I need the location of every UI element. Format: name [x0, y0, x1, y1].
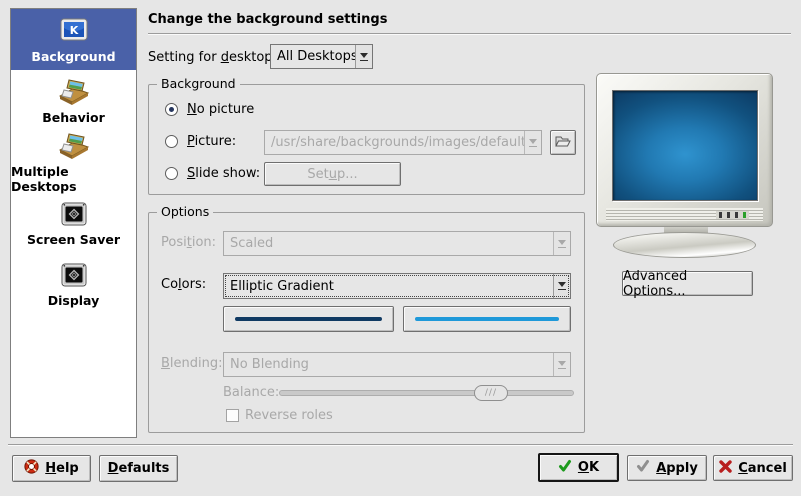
options-group-title: Options — [157, 204, 213, 219]
background-preview-monitor — [596, 73, 773, 227]
page-title: Change the background settings — [148, 12, 387, 27]
advanced-options-button[interactable]: Advanced Options... — [622, 271, 753, 296]
module-list: K Background Behavior — [10, 8, 137, 438]
balance-label: Balance: — [223, 385, 279, 400]
background-settings-dialog: K Background Behavior — [0, 0, 801, 496]
desktop-setting-value: All Desktops — [271, 45, 355, 68]
sidebar-item-label: Multiple Desktops — [11, 164, 136, 194]
background-group-title: Background — [157, 76, 240, 91]
preview-screen — [612, 90, 758, 201]
color2-button[interactable] — [403, 306, 571, 332]
help-button-label: Help — [45, 461, 78, 476]
blending-value: No Blending — [224, 353, 553, 376]
picture-path-combobox: /usr/share/backgrounds/images/default.pn… — [264, 130, 542, 155]
setup-button-label: Setup... — [307, 167, 357, 182]
reverse-roles-checkbox — [226, 409, 239, 422]
position-combobox: Scaled — [223, 231, 571, 256]
title-separator — [148, 33, 791, 35]
picture-radio[interactable] — [165, 135, 178, 148]
advanced-options-label: Advanced Options... — [623, 269, 752, 299]
chevron-down-icon — [553, 353, 570, 376]
picture-label[interactable]: Picture: — [187, 134, 236, 149]
cancel-button-label: Cancel — [738, 461, 787, 476]
cancel-button[interactable]: Cancel — [713, 455, 793, 481]
defaults-button[interactable]: Defaults — [99, 455, 178, 482]
picture-path-value: /usr/share/backgrounds/images/default.pn… — [265, 131, 524, 154]
slideshow-setup-button: Setup... — [264, 162, 401, 186]
monitor-control-strip — [606, 208, 763, 221]
sidebar-item-label: Background — [31, 49, 115, 64]
sidebar-item-background[interactable]: K Background — [11, 9, 136, 70]
sidebar-item-label: Display — [48, 293, 100, 308]
chevron-down-icon — [524, 131, 541, 154]
sidebar-item-label: Screen Saver — [27, 232, 120, 247]
dark-screen-icon — [58, 198, 90, 230]
life-buoy-icon — [24, 459, 39, 478]
position-label: Position: — [161, 235, 216, 250]
help-button[interactable]: Help — [12, 455, 91, 482]
colors-value: Elliptic Gradient — [224, 274, 553, 298]
color1-bar — [235, 317, 382, 321]
colors-combobox[interactable]: Elliptic Gradient — [223, 273, 571, 299]
monitor-stand — [613, 232, 756, 258]
gray-check-icon — [636, 459, 650, 477]
desktop-icon — [58, 130, 90, 162]
chevron-down-icon — [553, 232, 570, 255]
browse-picture-button — [550, 130, 576, 155]
sidebar-item-label: Behavior — [42, 110, 105, 125]
options-group: Options Position: Scaled Colors: Ellipti… — [148, 212, 585, 433]
blending-combobox: No Blending — [223, 352, 571, 377]
colors-label: Colors: — [161, 277, 206, 292]
red-x-icon — [719, 460, 732, 477]
chevron-down-icon — [553, 274, 570, 298]
defaults-button-label: Defaults — [108, 461, 170, 476]
monitor-buttons — [716, 211, 749, 219]
color2-bar — [415, 317, 559, 321]
desktop-setting-label: Setting for desktop: — [148, 50, 277, 65]
blending-label: Blending: — [161, 356, 223, 371]
ok-button[interactable]: OK — [538, 453, 619, 482]
no-picture-radio[interactable] — [165, 103, 178, 116]
no-picture-label[interactable]: No picture — [187, 102, 254, 117]
slide-show-radio[interactable] — [165, 167, 178, 180]
background-group: Background No picture Picture: /usr/shar… — [148, 84, 585, 195]
svg-text:K: K — [69, 24, 78, 37]
slide-show-label[interactable]: Slide show: — [187, 166, 260, 181]
apply-button-label: Apply — [656, 461, 698, 476]
desktop-icon — [58, 76, 90, 108]
sidebar-item-behavior[interactable]: Behavior — [11, 70, 136, 131]
color1-button[interactable] — [223, 306, 394, 332]
position-value: Scaled — [224, 232, 553, 255]
kde-monitor-icon: K — [58, 15, 90, 47]
apply-button[interactable]: Apply — [627, 455, 707, 481]
ok-button-label: OK — [578, 460, 599, 475]
dark-screen-icon — [58, 259, 90, 291]
balance-slider-handle — [474, 385, 508, 401]
sidebar-item-display[interactable]: Display — [11, 253, 136, 314]
sidebar-item-multiple-desktops[interactable]: Multiple Desktops — [11, 131, 136, 192]
chevron-down-icon — [355, 45, 372, 68]
sidebar-item-screen-saver[interactable]: Screen Saver — [11, 192, 136, 253]
balance-slider — [279, 390, 574, 396]
desktop-setting-combobox[interactable]: All Desktops — [270, 44, 373, 69]
folder-icon — [555, 134, 571, 152]
reverse-roles-label: Reverse roles — [245, 408, 333, 423]
green-check-icon — [558, 459, 572, 477]
footer-separator — [8, 444, 793, 446]
